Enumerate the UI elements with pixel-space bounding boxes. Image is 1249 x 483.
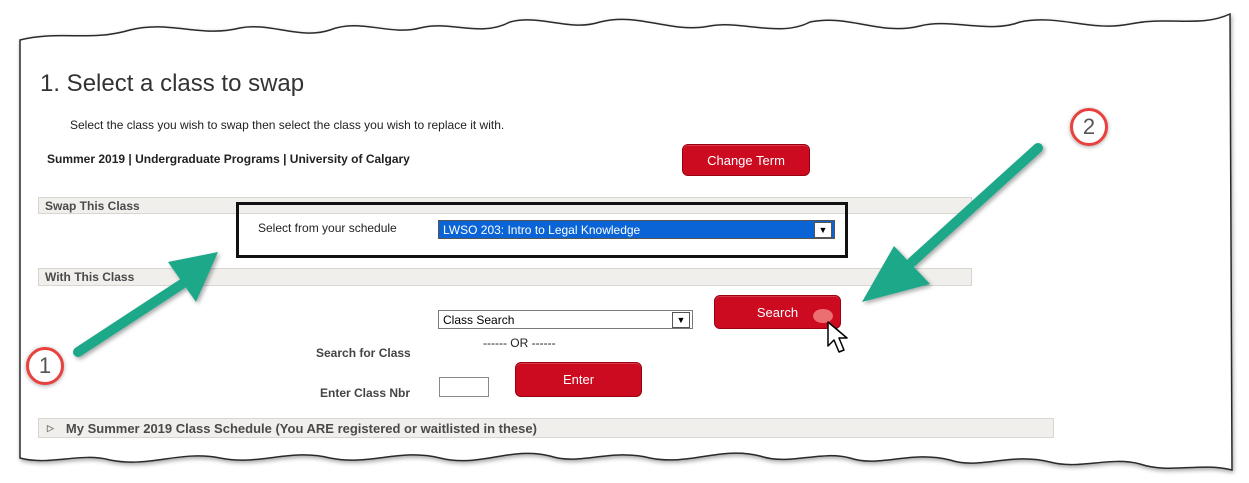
callout-number: 2 [1082, 114, 1096, 139]
click-indicator [813, 309, 833, 323]
callout-step-2: 2 [1070, 108, 1108, 146]
annotation-arrows [73, 143, 1043, 357]
annotation-arrow-icon [862, 143, 1043, 302]
annotation-arrow-icon [73, 252, 218, 357]
callout-step-1: 1 [26, 347, 64, 385]
pointer-cursor-icon [827, 321, 848, 353]
callout-number: 1 [38, 353, 52, 378]
